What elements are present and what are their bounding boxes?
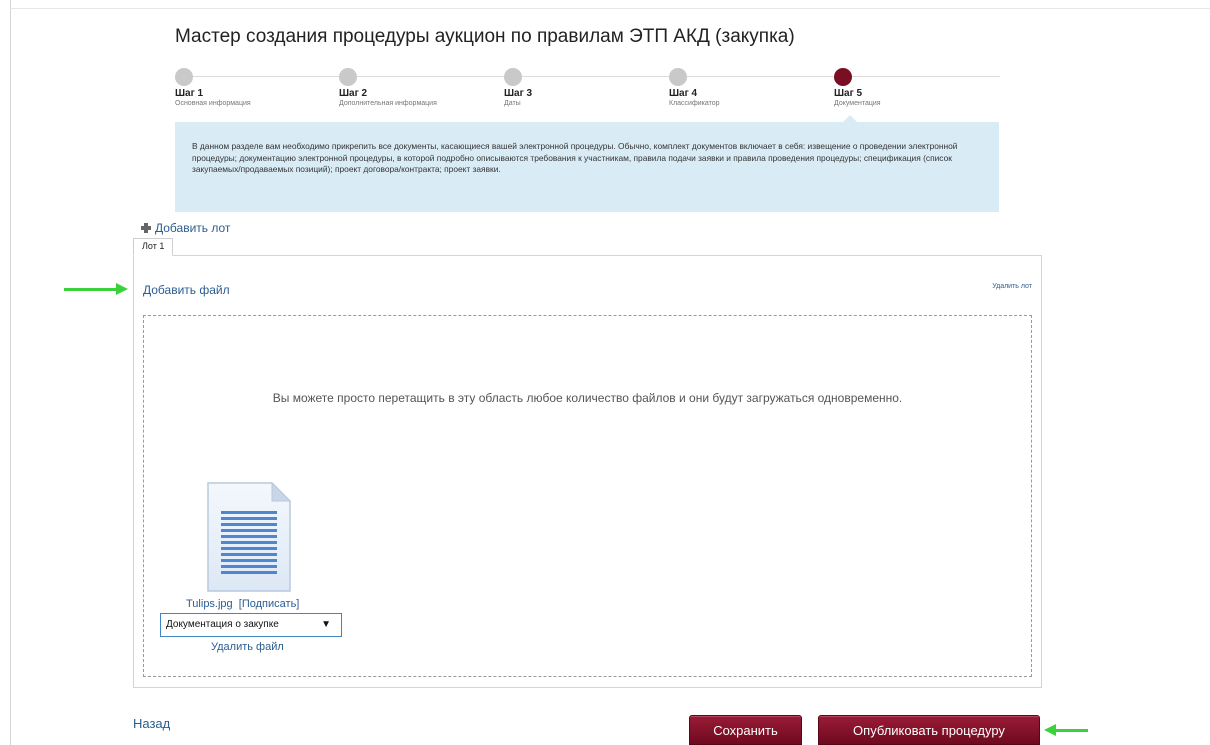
step-indicator-icon bbox=[175, 68, 193, 86]
save-button[interactable]: Сохранить bbox=[689, 715, 802, 745]
step-3[interactable]: Шаг 3 Даты bbox=[504, 68, 654, 107]
info-box: В данном разделе вам необходимо прикрепи… bbox=[175, 122, 999, 212]
annotation-arrow-right-icon bbox=[64, 283, 128, 295]
add-lot-label: Добавить лот bbox=[155, 221, 231, 235]
back-link[interactable]: Назад bbox=[133, 716, 170, 731]
file-caption: Tulips.jpg [Подписать] bbox=[186, 598, 299, 610]
step-label: Шаг 1 bbox=[175, 88, 204, 99]
page-title: Мастер создания процедуры аукцион по пра… bbox=[175, 26, 795, 47]
step-sublabel: Даты bbox=[504, 100, 521, 107]
step-5[interactable]: Шаг 5 Документация bbox=[834, 68, 984, 107]
step-sublabel: Классификатор bbox=[669, 100, 720, 107]
step-label: Шаг 3 bbox=[504, 88, 533, 99]
caret-down-icon: ▼ bbox=[321, 619, 331, 630]
frame-border-top bbox=[10, 8, 1210, 9]
info-box-pointer bbox=[843, 115, 857, 122]
step-indicator-icon bbox=[669, 68, 687, 86]
frame-border-left bbox=[10, 0, 11, 745]
add-file-link[interactable]: Добавить файл bbox=[143, 283, 230, 297]
add-lot-link[interactable]: Добавить лот bbox=[141, 221, 230, 235]
step-indicator-icon bbox=[834, 68, 852, 86]
delete-file-link[interactable]: Удалить файл bbox=[211, 641, 284, 653]
step-4[interactable]: Шаг 4 Классификатор bbox=[669, 68, 819, 107]
annotation-arrow-left-icon bbox=[1044, 724, 1088, 736]
step-label: Шаг 4 bbox=[669, 88, 698, 99]
publish-button[interactable]: Опубликовать процедуру bbox=[818, 715, 1040, 745]
info-text: В данном разделе вам необходимо прикрепи… bbox=[192, 141, 958, 174]
step-sublabel: Дополнительная информация bbox=[339, 100, 437, 107]
step-label: Шаг 2 bbox=[339, 88, 368, 99]
doc-type-value: Документация о закупке bbox=[166, 619, 279, 630]
step-2[interactable]: Шаг 2 Дополнительная информация bbox=[339, 68, 489, 107]
document-icon[interactable] bbox=[206, 481, 292, 593]
step-label: Шаг 5 bbox=[834, 88, 863, 99]
file-name-link[interactable]: Tulips.jpg bbox=[186, 598, 233, 610]
step-indicator-icon bbox=[504, 68, 522, 86]
tab-lot-1[interactable]: Лот 1 bbox=[133, 238, 174, 256]
dropzone-hint: Вы можете просто перетащить в эту област… bbox=[272, 391, 903, 405]
delete-lot-link[interactable]: Удалить лот bbox=[992, 283, 1032, 290]
plus-icon bbox=[141, 223, 151, 233]
step-sublabel: Документация bbox=[834, 100, 881, 107]
step-1[interactable]: Шаг 1 Основная информация bbox=[175, 68, 325, 107]
doc-type-select[interactable]: Документация о закупке ▼ bbox=[160, 613, 342, 637]
sign-file-link[interactable]: [Подписать] bbox=[239, 598, 300, 610]
step-indicator-icon bbox=[339, 68, 357, 86]
step-sublabel: Основная информация bbox=[175, 100, 251, 107]
